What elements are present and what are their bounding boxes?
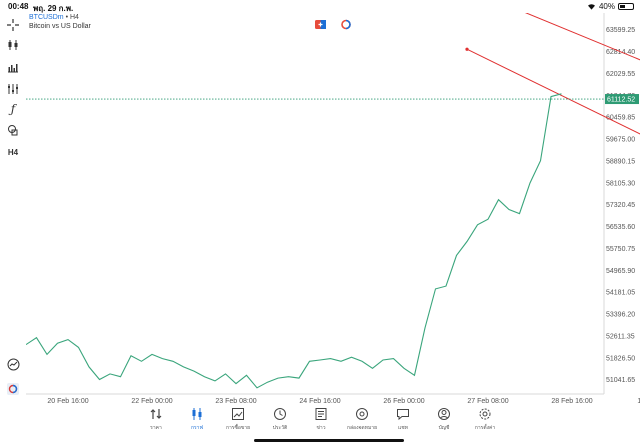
quotes-icon [150,409,162,419]
timeframe-button[interactable]: H4 [4,144,22,160]
price-tick-label: 57320.45 [606,202,635,209]
price-line [26,93,562,389]
time-tick-label: 22 Feb 00:00 [131,398,172,405]
bottom-nav: ราคา กราฟ การซื้อขาย ประวัติ ข่าว กล่องจดหมาย… [0,405,640,435]
nav-item-mailbox[interactable]: กล่องจดหมาย [340,405,384,435]
price-tick-label: 51041.65 [606,377,635,384]
news-icon [315,408,327,420]
chart-icon [192,408,202,420]
objects-icon[interactable] [4,81,22,97]
price-tick-label: 63599.25 [606,27,635,34]
nav-item-chat[interactable]: แชท [381,405,425,435]
wifi-icon [587,4,595,10]
status-time: 00:48 [8,2,29,11]
battery-fill [620,5,625,8]
time-tick-label: 26 Feb 00:00 [383,398,424,405]
price-tick-label: 60459.85 [606,115,635,122]
account-icon [438,408,450,420]
price-tick-label: 54181.05 [606,290,635,297]
nav-label: แชท [398,425,408,431]
time-tick-label: 20 Feb 16:00 [47,398,88,405]
nav-label: ราคา [150,425,162,431]
nav-item-trade[interactable]: การซื้อขาย [216,405,260,435]
nav-item-history[interactable]: ประวัติ [258,405,302,435]
price-chart[interactable]: 63599.2562814.4062029.5561244.7060459.85… [26,13,640,409]
nav-item-account[interactable]: บัญชี [422,405,466,435]
trend-line-anchor [465,47,469,51]
price-tick-label: 62029.55 [606,71,635,78]
history-icon [274,408,286,420]
crosshair-icon[interactable] [4,17,22,33]
indicators-icon[interactable] [4,59,22,75]
function-icon[interactable]: ƒ [4,101,22,117]
battery-percent: 40% [598,2,615,11]
price-tick-label: 51826.50 [606,355,635,362]
battery-icon [618,3,634,10]
one-click-trade-toggle-icon[interactable] [315,20,326,29]
nav-item-news[interactable]: ข่าว [299,405,343,435]
one-click-trading-icon[interactable] [4,381,22,397]
chart-type-icon[interactable] [4,37,22,53]
shapes-icon[interactable] [4,122,22,138]
mailbox-icon [356,408,368,420]
nav-item-settings[interactable]: การตั้งค่า [463,405,507,435]
price-tick-label: 52611.35 [606,333,635,340]
price-tick-label: 53396.20 [606,312,635,319]
nav-label: กราฟ [190,425,204,431]
price-tick-label: 58890.15 [606,158,635,165]
nav-label: ประวัติ [272,425,288,431]
price-tick-label: 56535.60 [606,224,635,231]
nav-label: การตั้งค่า [474,425,496,431]
time-tick-label: 23 Feb 08:00 [215,398,256,405]
home-indicator [254,439,404,442]
nav-label: ข่าว [316,425,326,431]
nav-item-quotes[interactable]: ราคา [134,405,178,435]
left-toolbar: ƒ H4 [0,13,26,398]
trade-levels-icon[interactable] [341,19,351,30]
signal-icon[interactable] [4,356,22,372]
current-price-label: 61112.52 [607,97,635,104]
nav-label: กล่องจดหมาย [346,425,378,431]
price-tick-label: 59675.00 [606,137,635,144]
nav-item-chart[interactable]: กราฟ [175,405,219,435]
time-tick-label: 24 Feb 16:00 [299,398,340,405]
time-tick-label: 28 Feb 16:00 [551,398,592,405]
settings-icon [479,408,491,420]
time-tick-label: 27 Feb 08:00 [467,398,508,405]
price-tick-label: 55750.75 [606,246,635,253]
status-bar: 00:48 พฤ. 29 ก.พ. 40% [0,0,640,13]
trade-icon [232,408,244,420]
price-tick-label: 58105.30 [606,180,635,187]
nav-label: บัญชี [438,425,450,431]
price-tick-label: 54965.90 [606,268,635,275]
price-tick-label: 62814.40 [606,49,635,56]
nav-label: การซื้อขาย [225,425,251,431]
chat-icon [397,409,409,421]
status-right: 40% [587,2,634,11]
